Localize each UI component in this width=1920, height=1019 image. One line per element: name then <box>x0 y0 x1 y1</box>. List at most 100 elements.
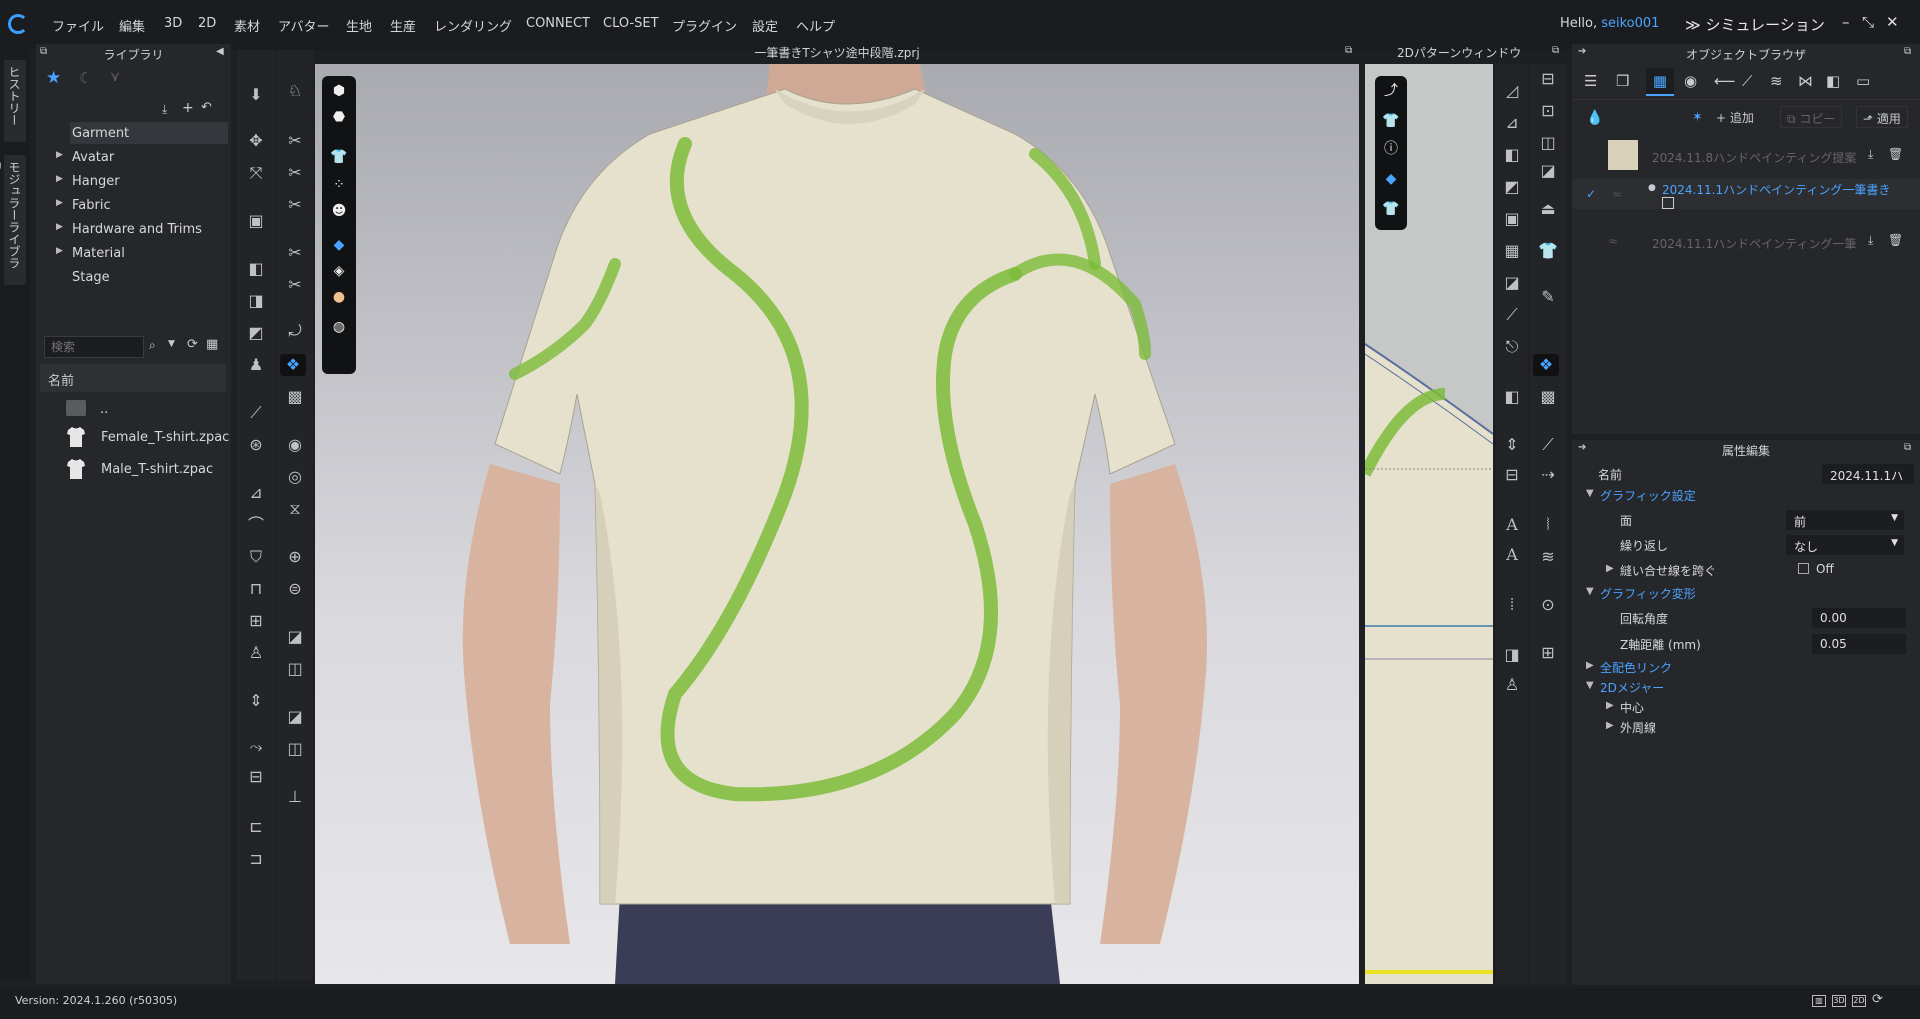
tree-item-avatar[interactable]: Avatar <box>72 150 114 165</box>
tool-2a-icon[interactable]: ⊟ <box>1535 68 1561 90</box>
trim-icon[interactable]: ⊕ <box>282 546 308 568</box>
binding-icon[interactable]: ⊜ <box>282 578 308 600</box>
tree-item-stage[interactable]: Stage <box>72 270 110 285</box>
pleat-icon[interactable]: ≋ <box>1535 546 1561 568</box>
tool-2d-icon[interactable]: ◪ <box>1535 160 1561 182</box>
ruler-2d-icon[interactable]: ⊟ <box>1499 464 1525 486</box>
rotation-input[interactable]: 0.00 <box>1812 608 1906 628</box>
marketplace-icon[interactable]: ⋎ <box>110 69 120 85</box>
shirt-tool-icon[interactable]: ⛉ <box>243 546 269 568</box>
graphic-tab-icon[interactable]: ▦ <box>1646 68 1674 96</box>
trims-tab-icon[interactable]: ◧ <box>1826 72 1840 90</box>
view-2d-button[interactable]: 2D <box>1852 995 1866 1007</box>
segment-seam-icon[interactable]: ◧ <box>1499 386 1525 408</box>
line-tool-icon[interactable]: ⟋ <box>1535 434 1561 456</box>
bag-icon[interactable]: ⊓ <box>243 578 269 600</box>
menu-edit[interactable]: 編集 <box>119 16 145 35</box>
menu-connect[interactable]: CONNECT <box>526 16 590 31</box>
file-item-male-tshirt[interactable]: Male_T-shirt.zpac <box>101 462 213 477</box>
show-pattern-icon[interactable]: 👕 <box>1380 110 1402 132</box>
layer-b-icon[interactable]: ◫ <box>282 738 308 760</box>
color-drop-icon[interactable]: 💧 <box>1586 110 1603 126</box>
tool-2c-icon[interactable]: ◫ <box>1535 132 1561 154</box>
expand-arrow-icon[interactable]: ▶ <box>56 174 63 184</box>
measure-icon[interactable]: ⊿ <box>243 482 269 504</box>
topstitch-icon[interactable]: ⇢ <box>1535 464 1561 486</box>
grid-view-icon[interactable]: ▦ <box>206 337 218 352</box>
zipper-tab-icon[interactable]: ⋈ <box>1798 72 1813 90</box>
seam-cross-checkbox[interactable] <box>1798 563 1809 574</box>
expand-arrow-icon[interactable]: ▶ <box>56 150 63 160</box>
iron-icon[interactable]: ⏏ <box>1535 198 1561 220</box>
polygon-icon[interactable]: ◿ <box>1499 80 1525 102</box>
show-garment-icon[interactable]: 👕 <box>328 146 350 168</box>
copy-button[interactable]: ⧉ コピー <box>1780 106 1843 128</box>
pin-icon[interactable]: ◧ <box>243 258 269 280</box>
expand-caret-icon[interactable]: ▶ <box>1606 563 1614 574</box>
chevron-down-icon[interactable]: ▼ <box>168 339 175 349</box>
show-avatar-icon[interactable]: ☻ <box>328 200 350 222</box>
undock-icon[interactable]: ⧉ <box>1904 442 1911 453</box>
trash-icon[interactable]: 🗑 <box>1888 233 1903 247</box>
brush-2d-icon[interactable]: ✎ <box>1535 286 1561 308</box>
tool-c-icon[interactable]: ✂ <box>282 194 308 216</box>
menu-clo-set[interactable]: CLO-SET <box>603 16 659 31</box>
fold-icon[interactable]: ◩ <box>243 322 269 344</box>
environment-icon[interactable]: ◍ <box>328 316 350 338</box>
username[interactable]: seiko001 <box>1601 16 1659 31</box>
menu-plugin[interactable]: プラグイン <box>672 16 737 35</box>
puckering-tab-icon[interactable]: ≋ <box>1770 72 1783 90</box>
menu-help[interactable]: ヘルプ <box>796 16 835 35</box>
undock-icon[interactable]: ⧉ <box>1552 45 1559 56</box>
garment-2d-icon[interactable]: 👕 <box>1380 198 1402 220</box>
edit-pattern-icon[interactable]: ⤧ <box>243 162 269 184</box>
apply-button[interactable]: ⬏ 適用 <box>1856 106 1908 128</box>
render-mode-icon[interactable]: ◆ <box>328 234 350 256</box>
z-distance-input[interactable]: 0.05 <box>1812 634 1906 654</box>
view-3d-button[interactable]: 3D <box>1832 995 1846 1007</box>
transform-icon[interactable]: ✥ <box>243 130 269 152</box>
tool-f-icon[interactable]: ⤾ <box>282 320 308 342</box>
tape-icon[interactable]: ⌒ <box>243 514 269 536</box>
tree-item-material[interactable]: Material <box>72 246 125 261</box>
expand-caret-icon[interactable]: ▶ <box>1606 700 1614 711</box>
collapse-caret-icon[interactable]: ▼ <box>1586 586 1594 597</box>
zipper-icon[interactable]: ⧖ <box>282 498 308 520</box>
graphic-list-item-active[interactable]: ✓ ≈ ● 2024.11.1ハンドペインティング一筆書き <box>1572 179 1920 209</box>
internal-shape-icon[interactable]: ◩ <box>1499 176 1525 198</box>
tool-a-icon[interactable]: ✂ <box>282 130 308 152</box>
close-icon[interactable]: ✕ <box>1886 13 1899 31</box>
camera-icon[interactable]: ⊙ <box>1535 594 1561 616</box>
expand-caret-icon[interactable]: ▶ <box>1586 660 1594 671</box>
seam-icon[interactable]: ⟋ <box>243 402 269 424</box>
button-tool-icon[interactable]: ⊞ <box>243 610 269 632</box>
grading-icon[interactable]: ⦙ <box>1499 594 1525 616</box>
expand-arrow-icon[interactable]: ▶ <box>56 198 63 208</box>
zipper-2d-icon[interactable]: ⦚ <box>1535 514 1561 536</box>
tree-item-hardware[interactable]: Hardware and Trims <box>72 222 202 237</box>
tool-b-icon[interactable]: ✂ <box>282 162 308 184</box>
undock-icon[interactable]: ⧉ <box>40 46 47 57</box>
tab-modular-library[interactable]: モジュラーライブラリ <box>0 155 26 285</box>
ruler-icon[interactable]: ⊟ <box>243 766 269 788</box>
menu-file[interactable]: ファイル <box>52 16 104 35</box>
save-icon[interactable]: ⤓ <box>1868 147 1873 162</box>
show-trims-icon[interactable]: ⁘ <box>328 174 350 196</box>
graphic-list-item[interactable]: ≈ 2024.11.1ハンドペインティング一筆 ⤓ 🗑 <box>1572 226 1920 256</box>
avatar-garment-render[interactable] <box>315 64 1359 984</box>
tack-icon[interactable]: ⊛ <box>243 434 269 456</box>
magic-wand-icon[interactable]: ✶ <box>1692 110 1703 125</box>
buttonhole-tab-icon[interactable]: ⟵ <box>1714 72 1736 90</box>
select-move-icon[interactable]: ⬇ <box>243 84 269 106</box>
button-icon[interactable]: ◉ <box>282 434 308 456</box>
face-select[interactable]: 前 ▼ <box>1786 510 1904 530</box>
section-2d-measure[interactable]: 2Dメジャー <box>1600 679 1664 696</box>
menu-settings[interactable]: 設定 <box>752 16 778 35</box>
dart-icon[interactable]: ◪ <box>1499 272 1525 294</box>
menu-material[interactable]: 素材 <box>234 16 260 35</box>
parent-folder-item[interactable]: .. <box>100 402 108 417</box>
menu-fabric[interactable]: 生地 <box>346 16 372 35</box>
list-view-icon[interactable]: ☰ <box>1584 72 1597 90</box>
refresh-icon[interactable]: ⟳ <box>187 337 198 352</box>
sync-icon[interactable]: ⟳ <box>1872 992 1883 1007</box>
